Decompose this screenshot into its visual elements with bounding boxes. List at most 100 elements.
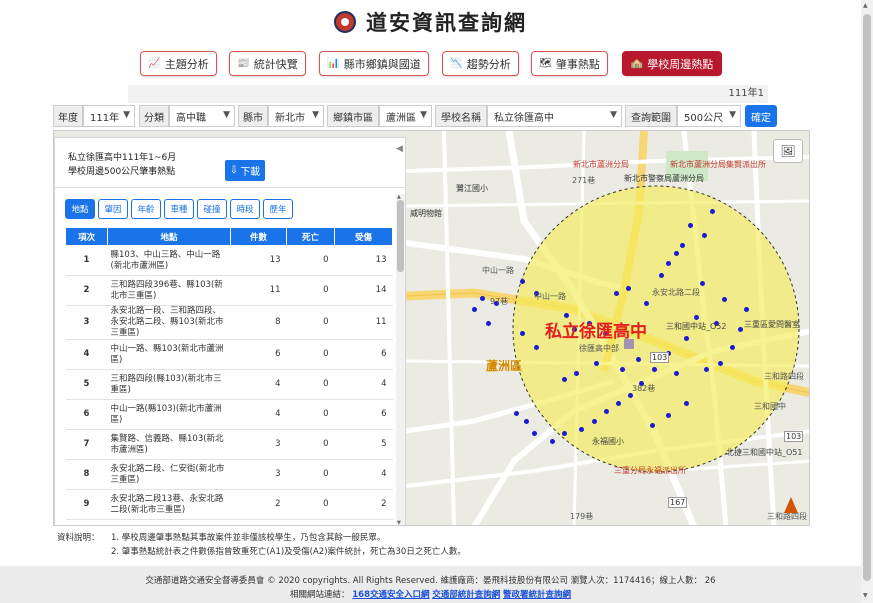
accident-dot[interactable] — [636, 357, 641, 362]
map-label-station-o52: 三和國中站_O52 — [666, 322, 727, 331]
accident-dot[interactable] — [644, 301, 649, 306]
accident-dot[interactable] — [520, 279, 525, 284]
tab-trend-analysis[interactable]: 📉 趨勢分析 — [442, 51, 519, 76]
accident-dot[interactable] — [562, 377, 567, 382]
accident-dot[interactable] — [480, 296, 485, 301]
category-select[interactable]: 高中職 ▼ — [169, 105, 235, 127]
table-row[interactable]: 5 三和路四段(縣103)(新北市三重區) 4 0 4 — [65, 369, 393, 400]
accident-dot[interactable] — [592, 419, 597, 424]
accident-dot[interactable] — [694, 315, 699, 320]
accident-dot[interactable] — [718, 361, 723, 366]
sub-tab-time[interactable]: 時段 — [230, 199, 260, 219]
row-deaths: 0 — [286, 245, 335, 276]
accident-dot[interactable] — [550, 439, 555, 444]
city-select[interactable]: 新北市 ▼ — [268, 105, 324, 127]
accident-dot[interactable] — [744, 307, 749, 312]
table-row[interactable]: 10永福街125巷、永福街111巷203 — [65, 519, 393, 525]
accident-dot[interactable] — [534, 345, 539, 350]
table-row[interactable]: 8 永安北路二段、仁安街(新北市三重區) 3 0 4 — [65, 459, 393, 490]
accident-dot[interactable] — [680, 243, 685, 248]
tab-county-town-highway[interactable]: 📊 縣市鄉鎮與國道 — [319, 51, 429, 76]
tab-school-hotspots[interactable]: 🏫 學校周邊熱點 — [622, 51, 722, 76]
accident-dot[interactable] — [614, 291, 619, 296]
panel-subtitle: 學校周邊500公尺肇事熱點 — [68, 167, 176, 177]
accident-dot[interactable] — [579, 427, 584, 432]
accident-dot[interactable] — [604, 409, 609, 414]
table-row[interactable]: 9 永安北路二段13巷、永安北路二段(新北市三重區) 2 0 2 — [65, 489, 393, 520]
col-header-no: 項次 — [65, 227, 108, 246]
accident-dot[interactable] — [652, 367, 657, 372]
link-motc-stats[interactable]: 交通部統計查詢網 — [432, 590, 500, 600]
accident-dot[interactable] — [666, 413, 671, 418]
row-deaths: 0 — [286, 519, 335, 525]
accident-dot[interactable] — [594, 361, 599, 366]
page-scroll-thumb[interactable] — [863, 14, 871, 581]
table-row[interactable]: 2 三和路四段396巷、縣103(新北市三重區) 11 0 14 — [65, 275, 393, 306]
accident-dot[interactable] — [616, 401, 621, 406]
row-injuries: 13 — [334, 245, 393, 276]
row-location: 中山一路、縣103(新北市蘆洲區) — [107, 339, 231, 370]
accident-dot[interactable] — [486, 321, 491, 326]
table-row[interactable]: 1 縣103、中山三路、中山一路(新北市蘆洲區) 13 0 13 — [65, 245, 393, 276]
tab-stats-overview[interactable]: 📰 統計快覽 — [229, 51, 306, 76]
scroll-up-icon[interactable]: ▲ — [863, 2, 868, 9]
accident-dot[interactable] — [684, 401, 689, 406]
school-map-label[interactable]: 私立徐匯高中 — [545, 317, 647, 342]
panel-scrollbar[interactable]: ▲ ▼ — [396, 194, 405, 525]
accident-dot[interactable] — [650, 423, 655, 428]
accident-dot[interactable] — [702, 233, 707, 238]
sub-tab-vehicle[interactable]: 車種 — [164, 199, 194, 219]
accident-dot[interactable] — [520, 331, 525, 336]
accident-dot[interactable] — [710, 209, 715, 214]
accident-dot[interactable] — [674, 371, 679, 376]
accident-dot[interactable] — [738, 327, 743, 332]
sub-tab-cause[interactable]: 肇因 — [98, 199, 128, 219]
scroll-down-icon[interactable]: ▼ — [863, 592, 868, 599]
site-logo[interactable] — [334, 11, 356, 33]
accident-dot[interactable] — [659, 273, 664, 278]
accident-dot[interactable] — [730, 345, 735, 350]
accident-dot[interactable] — [514, 411, 519, 416]
accident-dot[interactable] — [562, 431, 567, 436]
accident-dot[interactable] — [620, 367, 625, 372]
year-select[interactable]: 111年 ▼ — [83, 105, 135, 127]
accident-dot[interactable] — [700, 281, 705, 286]
sub-tab-location[interactable]: 地點 — [65, 199, 95, 219]
accident-dot[interactable] — [524, 419, 529, 424]
row-location: 縣103、中山三路、中山一路(新北市蘆洲區) — [107, 245, 231, 276]
accident-dot[interactable] — [532, 431, 537, 436]
accident-dot[interactable] — [684, 336, 689, 341]
sub-tab-history[interactable]: 歷年 — [263, 199, 293, 219]
school-select[interactable]: 私立徐匯高中 ▼ — [487, 105, 622, 127]
accident-dot[interactable] — [704, 367, 709, 372]
layers-button[interactable]: 🖼 — [773, 139, 803, 163]
scroll-thumb[interactable] — [397, 200, 404, 272]
table-row[interactable]: 6 中山一路(縣103)(新北市蘆洲區) 4 0 6 — [65, 399, 393, 430]
sub-tab-age[interactable]: 年齡 — [131, 199, 161, 219]
tab-topic-analysis[interactable]: 📈 主題分析 — [140, 51, 217, 76]
sub-tab-collision[interactable]: 碰撞 — [197, 199, 227, 219]
table-row[interactable]: 4 中山一路、縣103(新北市蘆洲區) 6 0 6 — [65, 339, 393, 370]
download-button[interactable]: ⇩ 下載 — [225, 160, 265, 181]
district-select[interactable]: 蘆洲區 ▼ — [379, 105, 432, 127]
row-injuries: 4 — [334, 369, 393, 400]
accident-dot[interactable] — [472, 307, 477, 312]
accident-dot[interactable] — [666, 261, 671, 266]
accident-dot[interactable] — [674, 251, 679, 256]
table-row[interactable]: 3 永安北路一段、三和路四段、永安北路二段、縣103(新北市三重區) 8 0 11 — [65, 305, 393, 340]
link-npa-stats[interactable]: 警政署統計查詢網 — [503, 590, 571, 600]
tab-label: 縣市鄉鎮與國道 — [343, 57, 421, 71]
tab-accident-hotspots[interactable]: 🗺 肇事熱點 — [531, 51, 608, 76]
accident-dot[interactable] — [688, 223, 693, 228]
table-row[interactable]: 7 集賢路、信義路、縣103(新北市蘆洲區) 3 0 5 — [65, 429, 393, 460]
accident-dot[interactable] — [626, 286, 631, 291]
scroll-down-icon[interactable]: ▼ — [397, 520, 401, 525]
collapse-icon[interactable]: ◀ — [396, 144, 403, 154]
confirm-button[interactable]: 確定 — [745, 105, 777, 127]
accident-dot[interactable] — [722, 297, 727, 302]
accident-dot[interactable] — [574, 371, 579, 376]
range-select[interactable]: 500公尺 ▼ — [677, 105, 741, 127]
link-168-portal[interactable]: 168交通安全入口網 — [352, 590, 429, 600]
map-label-sanhe-4: 三和路四段 — [764, 372, 804, 381]
page-scrollbar[interactable]: ▲ ▼ — [861, 0, 873, 603]
